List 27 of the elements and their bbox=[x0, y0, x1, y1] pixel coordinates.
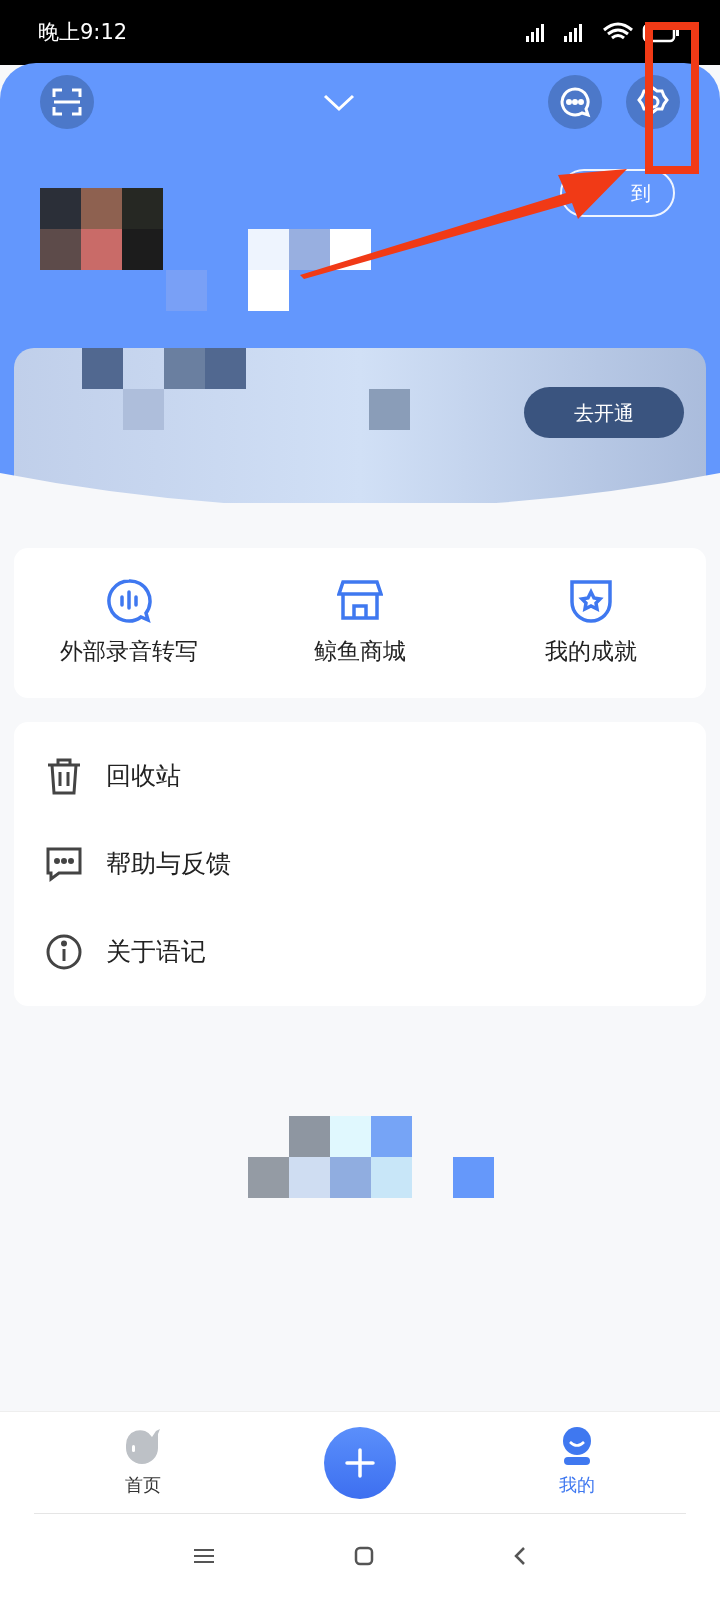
home-square-icon[interactable] bbox=[354, 1546, 374, 1566]
back-icon[interactable] bbox=[514, 1546, 526, 1566]
battery-icon bbox=[642, 23, 679, 42]
voice-bubble-icon bbox=[106, 577, 153, 624]
signal-icon bbox=[564, 23, 582, 42]
smiling-person-icon bbox=[561, 1427, 594, 1465]
menu-icon[interactable] bbox=[194, 1548, 214, 1564]
menu-item[interactable]: 帮助与反馈 bbox=[106, 845, 231, 883]
plus-icon bbox=[345, 1447, 375, 1478]
wifi-icon bbox=[602, 22, 634, 39]
status-time: 晚上9:12 bbox=[38, 18, 128, 46]
shortcut-label[interactable]: 鲸鱼商城 bbox=[314, 633, 406, 669]
nav-tab[interactable]: 我的 bbox=[559, 1427, 596, 1498]
scan-icon[interactable] bbox=[40, 75, 94, 129]
menu-item[interactable]: 回收站 bbox=[106, 757, 181, 795]
signal-icon bbox=[526, 23, 544, 42]
whale-icon bbox=[123, 1427, 162, 1465]
chat-icon[interactable] bbox=[548, 75, 602, 129]
menu-item[interactable]: 关于语记 bbox=[106, 933, 206, 971]
shortcut-label[interactable]: 外部录音转写 bbox=[60, 633, 199, 669]
speech-bubble-icon bbox=[44, 846, 84, 882]
activate-button[interactable]: 去开通 bbox=[524, 387, 684, 438]
star-badge-icon bbox=[567, 577, 614, 624]
shortcut-label[interactable]: 我的成就 bbox=[544, 633, 637, 669]
chevron-down-icon[interactable] bbox=[322, 92, 356, 112]
nav-tab[interactable]: 首页 bbox=[123, 1427, 162, 1498]
info-icon bbox=[44, 933, 84, 971]
